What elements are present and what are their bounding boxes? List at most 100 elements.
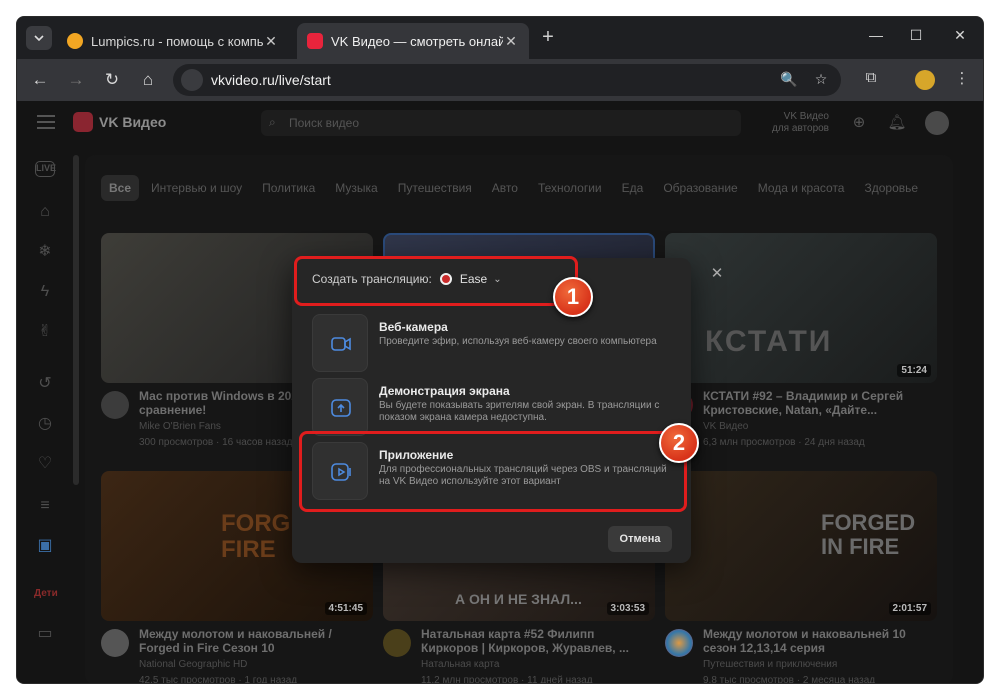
my-streams-icon[interactable]: ▣ <box>34 535 56 557</box>
kids-icon[interactable]: Дети <box>34 583 58 605</box>
add-icon[interactable]: ⊕ <box>849 113 869 133</box>
close-icon[interactable]: ✕ <box>707 264 727 284</box>
channel-avatar[interactable] <box>101 629 129 657</box>
chip[interactable]: Технологии <box>530 175 610 201</box>
zoom-icon[interactable]: 🔍 <box>779 71 799 91</box>
browser-toolbar: ← → ↻ ⌂ vkvideo.ru/live/start 🔍 ☆ ⧉ ⋮ <box>17 59 983 101</box>
video-duration: 51:24 <box>897 364 931 377</box>
video-stats: 6,3 млн просмотров · 24 дня назад <box>703 437 865 448</box>
close-tab-icon[interactable]: ✕ <box>263 33 279 50</box>
chip[interactable]: Все <box>101 175 140 201</box>
video-card[interactable]: FORGED IN FIRE 2:01:57 Между молотом и н… <box>665 471 937 684</box>
forward-button[interactable]: → <box>64 68 88 92</box>
video-card[interactable]: КСТАТИ 51:24 КСТАТИ #92 – Владимир и Сер… <box>665 233 937 453</box>
lumpics-favicon-icon <box>67 33 83 49</box>
chip[interactable]: Интервью и шоу <box>143 175 250 201</box>
address-bar[interactable]: vkvideo.ru/live/start 🔍 ☆ <box>173 64 841 96</box>
option-webcam[interactable]: Веб-камера Проведите эфир, используя веб… <box>312 314 680 376</box>
channel-avatar[interactable] <box>101 391 129 419</box>
video-stats: 42,5 тыс просмотров · 1 год назад <box>139 675 298 684</box>
new-tab-button[interactable]: + <box>537 27 559 49</box>
clock-icon[interactable]: ◷ <box>34 413 56 435</box>
menu-icon[interactable] <box>37 115 55 129</box>
cancel-button[interactable]: Отмена <box>608 526 672 552</box>
channel-name[interactable]: Путешествия и приключения <box>703 659 837 670</box>
channel-name[interactable]: Mike O'Brien Fans <box>139 421 221 432</box>
chip[interactable]: Музыка <box>327 175 385 201</box>
maximize-button[interactable]: ☐ <box>901 27 931 49</box>
search-placeholder: Поиск видео <box>289 116 360 130</box>
bell-icon[interactable]: 🔔︎ <box>887 113 907 133</box>
chevron-down-icon <box>34 35 44 41</box>
live-icon[interactable]: LIVE <box>35 161 56 177</box>
video-title[interactable]: Между молотом и наковальней / Forged in … <box>139 627 371 655</box>
home-button[interactable]: ⌂ <box>136 68 160 92</box>
playlist-add-icon[interactable]: ≡ <box>34 495 56 517</box>
chip[interactable]: Авто <box>484 175 526 201</box>
minimize-button[interactable]: — <box>861 27 891 49</box>
video-stats: 300 просмотров · 16 часов назад <box>139 437 293 448</box>
home-icon[interactable]: ⌂ <box>34 201 56 223</box>
search-input[interactable]: ⌕ Поиск видео <box>261 110 741 136</box>
tab-vk-video[interactable]: VK Видео — смотреть онлайн видео ✕ <box>297 23 529 59</box>
history-icon[interactable]: ↺ <box>34 373 56 395</box>
tab-title: Lumpics.ru - помощь с компьютером <box>91 33 263 49</box>
highlight-box-2 <box>299 431 687 512</box>
video-thumbnail[interactable]: FORGED IN FIRE 2:01:57 <box>665 471 937 621</box>
chip[interactable]: Здоровье <box>856 175 926 201</box>
chip[interactable]: Образование <box>655 175 745 201</box>
video-title[interactable]: Натальная карта #52 Филипп Киркоров | Ки… <box>421 627 653 655</box>
option-description: Вы будете показывать зрителям свой экран… <box>379 400 660 423</box>
extensions-icon[interactable]: ⧉ <box>860 69 882 91</box>
video-stats: 11,2 млн просмотров · 11 дней назад <box>421 675 593 684</box>
snowflake-icon[interactable]: ❄ <box>34 241 56 263</box>
video-title[interactable]: КСТАТИ #92 – Владимир и Сергей Кристовск… <box>703 389 935 417</box>
video-title[interactable]: Между молотом и наковальней 10 сезон 12,… <box>703 627 935 655</box>
video-duration: 3:03:53 <box>606 602 649 615</box>
thumbnail-overlay-text: FORGED IN FIRE <box>821 510 916 559</box>
sidebar: LIVE ⌂ ❄ ϟ ✌ ↺ ◷ ♡ ≡ ▣ Дети ▭ <box>17 145 79 683</box>
chip[interactable]: Мода и красота <box>750 175 853 201</box>
lightning-icon[interactable]: ϟ <box>34 281 56 303</box>
user-avatar[interactable] <box>925 111 949 135</box>
video-thumbnail[interactable]: КСТАТИ 51:24 <box>665 233 937 383</box>
option-title: Демонстрация экрана <box>379 384 510 398</box>
channel-avatar[interactable] <box>383 629 411 657</box>
hand-icon[interactable]: ✌ <box>34 321 56 343</box>
step-marker-2: 2 <box>659 423 699 463</box>
chip[interactable]: Путешествия <box>390 175 480 201</box>
chip[interactable]: Политика <box>254 175 323 201</box>
menu-kebab-icon[interactable]: ⋮ <box>951 69 973 91</box>
channel-name[interactable]: National Geographic HD <box>139 659 247 670</box>
screen-share-icon <box>312 378 368 436</box>
site-logo-text[interactable]: VK Видео <box>99 114 166 130</box>
bookmark-star-icon[interactable]: ☆ <box>811 71 831 91</box>
channel-name[interactable]: Натальная карта <box>421 659 499 670</box>
vk-video-logo-icon[interactable] <box>73 112 93 132</box>
tab-search-button[interactable] <box>26 26 52 50</box>
video-stats: 9,8 тыс просмотров · 2 месяца назад <box>703 675 876 684</box>
tab-lumpics[interactable]: Lumpics.ru - помощь с компьютером ✕ <box>57 23 289 59</box>
search-icon: ⌕ <box>269 115 276 129</box>
back-button[interactable]: ← <box>28 68 52 92</box>
sidebar-scrollbar[interactable] <box>73 155 79 485</box>
option-title: Веб-камера <box>379 320 448 334</box>
book-icon[interactable]: ▭ <box>34 623 56 645</box>
video-duration: 4:51:45 <box>324 602 367 615</box>
url-text[interactable]: vkvideo.ru/live/start <box>211 72 331 88</box>
chip[interactable]: Еда <box>614 175 652 201</box>
step-marker-1: 1 <box>553 277 593 317</box>
profile-avatar[interactable] <box>915 70 935 90</box>
camera-icon <box>312 314 368 372</box>
video-duration: 2:01:57 <box>888 602 931 615</box>
for-authors-link[interactable]: VK Видео для авторов <box>765 111 829 135</box>
reload-button[interactable]: ↻ <box>100 68 124 92</box>
close-window-button[interactable]: ✕ <box>945 27 975 49</box>
channel-avatar[interactable] <box>665 629 693 657</box>
highlight-box-1 <box>294 256 578 306</box>
site-info-icon[interactable] <box>181 69 203 91</box>
close-tab-icon[interactable]: ✕ <box>503 33 519 50</box>
site-header: VK Видео ⌕ Поиск видео VK Видео для авто… <box>17 101 983 145</box>
channel-name[interactable]: VK Видео <box>703 421 748 432</box>
heart-icon[interactable]: ♡ <box>34 453 56 475</box>
